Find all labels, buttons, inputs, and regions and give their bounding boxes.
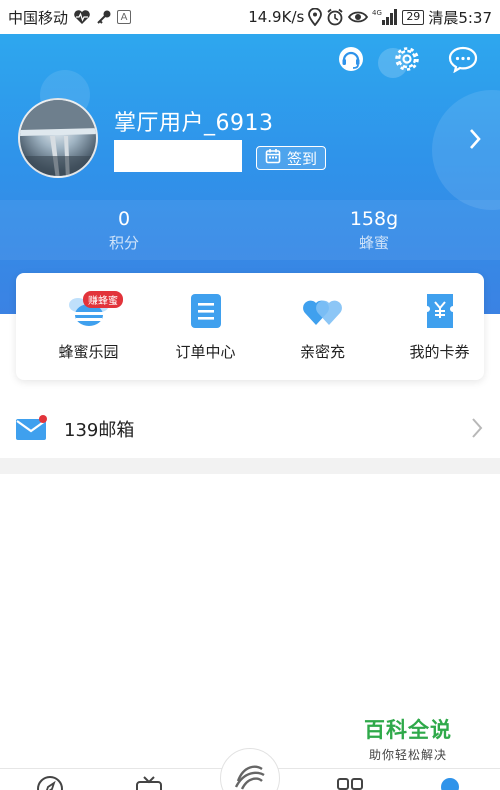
earn-honey-badge: 赚蜂蜜 (83, 291, 123, 308)
calendar-icon (265, 148, 281, 168)
alarm-clock-icon (326, 8, 344, 26)
chevron-right-icon[interactable] (464, 126, 486, 152)
location-pin-icon (308, 8, 323, 26)
quick-item-label: 我的卡券 (409, 343, 470, 361)
quick-actions-card: 蜂蜜乐园 赚蜂蜜 订单中心 亲密充 我的卡券 (16, 273, 484, 380)
stat-honey-label: 蜂蜜 (358, 234, 389, 252)
china-mobile-logo-icon (232, 759, 268, 790)
chevron-right-icon (470, 416, 484, 444)
double-heart-icon (301, 289, 345, 333)
nav-compass-icon[interactable] (36, 775, 64, 790)
quick-item-coupons[interactable]: 我的卡券 (381, 289, 498, 362)
signal-label: 4G (372, 9, 382, 17)
signin-button[interactable]: 签到 (256, 146, 327, 170)
coupon-icon (418, 289, 462, 333)
nav-grid-icon[interactable] (336, 775, 364, 790)
stat-points-label: 积分 (108, 234, 139, 252)
mail-label: 139邮箱 (64, 420, 135, 441)
signin-label: 签到 (287, 149, 318, 168)
center-home-button[interactable] (220, 748, 280, 790)
nav-profile-icon[interactable] (440, 775, 460, 790)
stat-points-value: 0 (117, 208, 131, 230)
username: 掌厅用户_6913 (114, 111, 274, 136)
a-badge-icon: A (117, 10, 132, 24)
watermark-logo: 百科全说 助你轻松解决 (364, 714, 452, 763)
battery-indicator: 29 (402, 9, 425, 25)
signal-4g-icon: 4G (372, 8, 398, 26)
quick-item-label: 蜂蜜乐园 (58, 343, 119, 361)
net-speed: 14.9K/s (248, 8, 305, 26)
service-headset-icon[interactable] (336, 44, 366, 74)
carrier-name: 中国移动 (8, 8, 69, 27)
profile-header: 掌厅用户_6913 签到 0 积分 158g 蜂蜜 (0, 34, 500, 314)
eye-icon (348, 10, 369, 24)
nav-tv-icon[interactable] (134, 775, 164, 790)
mail-139-row[interactable]: 139邮箱 (0, 400, 500, 458)
avatar[interactable] (18, 98, 98, 178)
order-doc-icon (184, 289, 228, 333)
message-bubble-icon[interactable] (448, 44, 478, 74)
settings-gear-icon[interactable] (392, 44, 422, 74)
clock-time: 清晨5:37 (428, 8, 492, 27)
stat-points[interactable]: 0 积分 (24, 208, 224, 253)
quick-item-label: 订单中心 (175, 343, 236, 361)
masked-phone-number (114, 140, 242, 172)
status-bar: 中国移动 A 14.9K/s 4G 29 清晨5:37 (0, 0, 500, 34)
quick-item-family-recharge[interactable]: 亲密充 (264, 289, 381, 362)
stat-honey-value: 158g (349, 208, 399, 230)
heart-monitor-icon (73, 9, 91, 25)
mail-envelope-icon (16, 414, 48, 442)
quick-item-orders[interactable]: 订单中心 (147, 289, 264, 362)
quick-item-label: 亲密充 (299, 343, 345, 361)
section-divider (0, 458, 500, 474)
stats-bar: 0 积分 158g 蜂蜜 (0, 200, 500, 260)
stat-honey[interactable]: 158g 蜂蜜 (274, 208, 474, 253)
watermark-subtitle: 助你轻松解决 (368, 748, 447, 762)
key-icon (96, 9, 112, 25)
watermark-title: 百科全说 (364, 718, 452, 742)
